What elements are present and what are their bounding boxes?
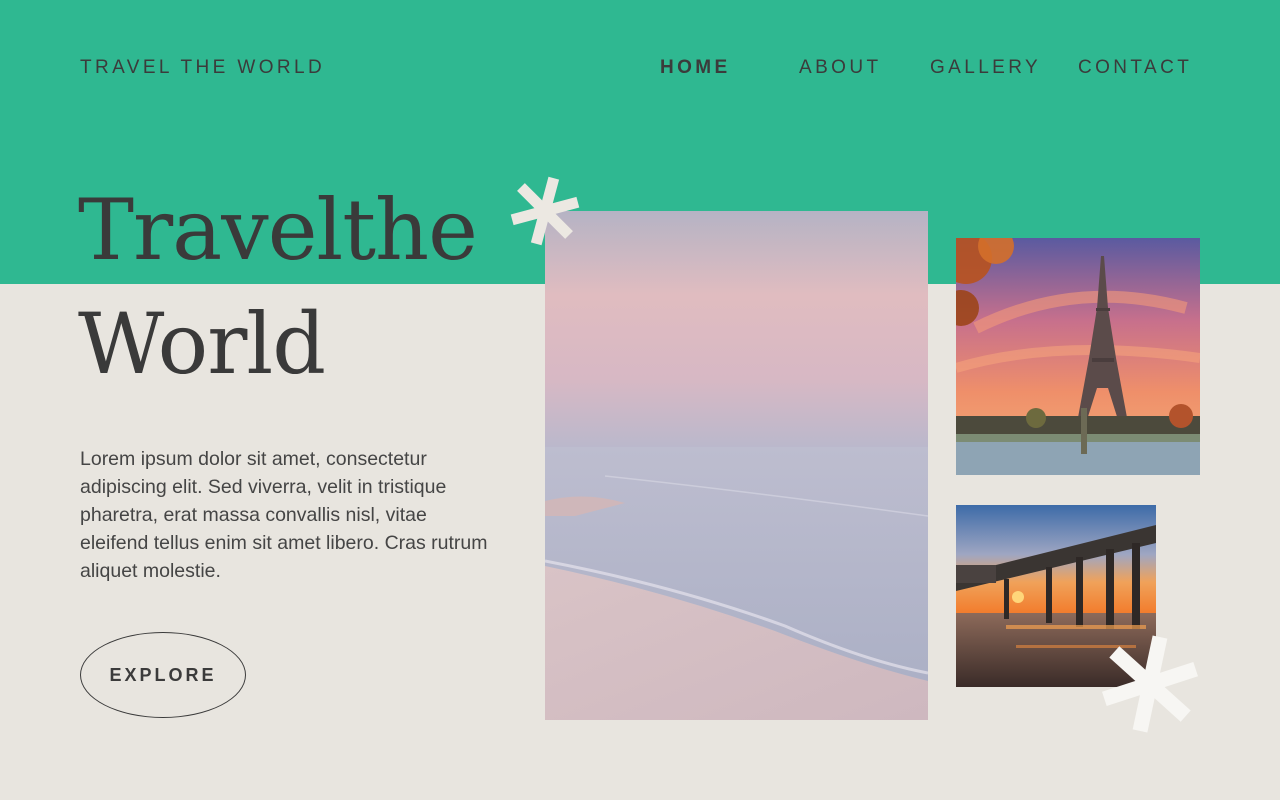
asterisk-icon bbox=[510, 176, 580, 246]
eiffel-tower-photo bbox=[956, 238, 1200, 475]
beach-photo bbox=[545, 211, 928, 720]
explore-button[interactable]: EXPLORE bbox=[80, 632, 246, 718]
nav-gallery[interactable]: GALLERY bbox=[930, 57, 1041, 79]
nav-contact[interactable]: CONTACT bbox=[1078, 57, 1192, 79]
asterisk-icon bbox=[1102, 635, 1198, 733]
nav-home[interactable]: HOME bbox=[660, 57, 731, 79]
hero-description: Lorem ipsum dolor sit amet, consectetur … bbox=[80, 448, 488, 582]
nav-about[interactable]: ABOUT bbox=[799, 57, 881, 79]
hero-headline-line1: Travelthe bbox=[78, 181, 478, 279]
brand-logo[interactable]: TRAVEL THE WORLD bbox=[80, 57, 325, 79]
hero-headline-line2: World bbox=[78, 295, 326, 393]
